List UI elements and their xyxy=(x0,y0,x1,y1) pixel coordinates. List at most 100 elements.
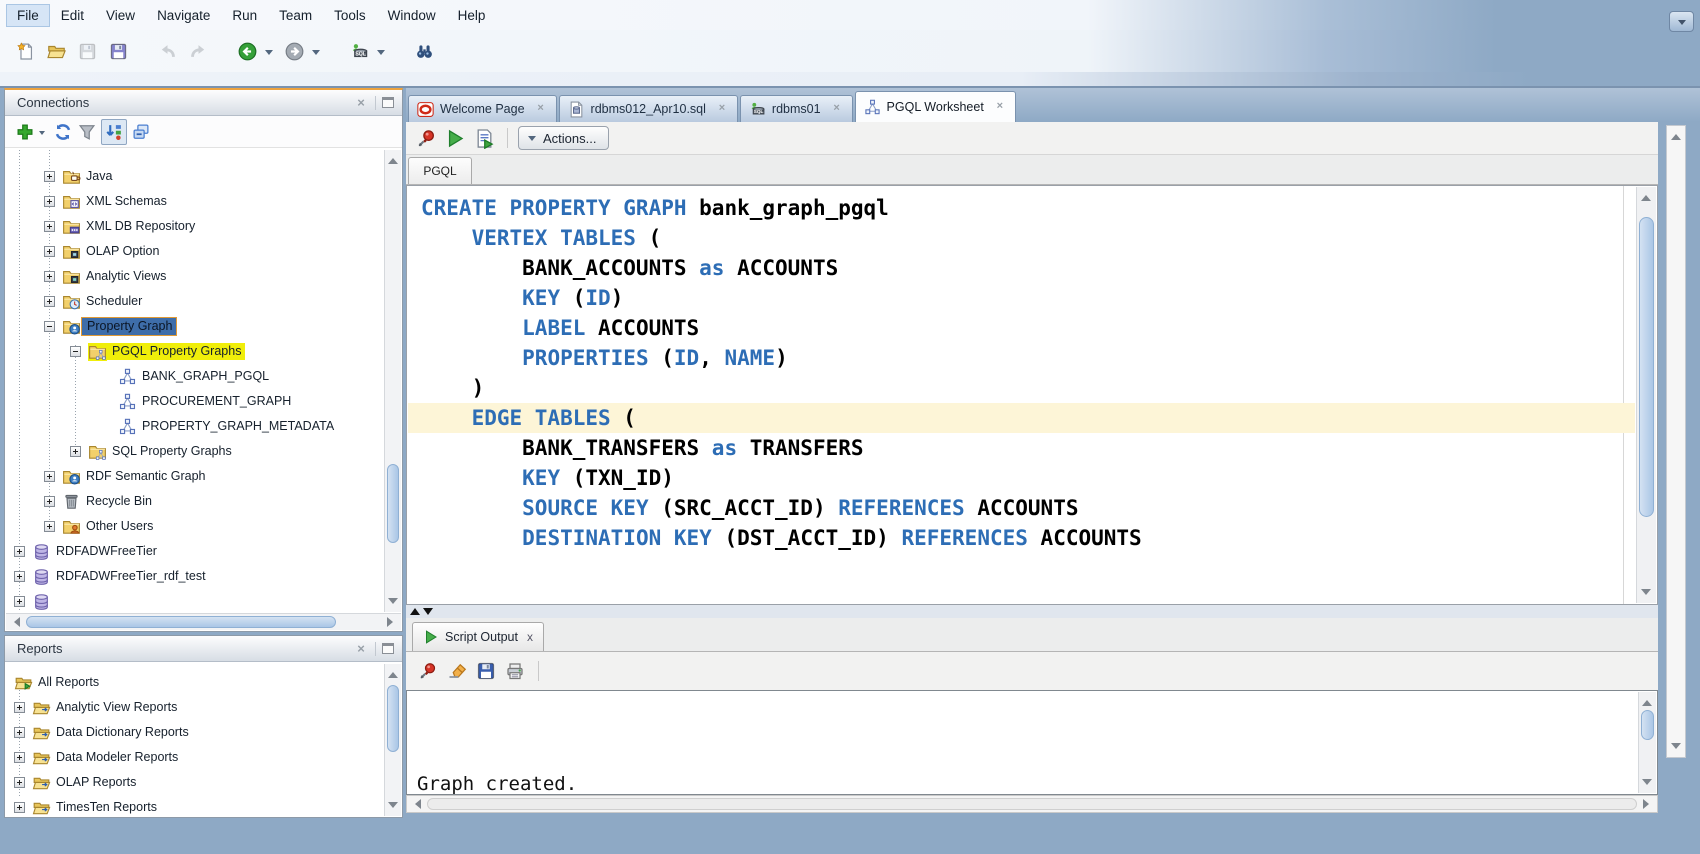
tab-script-output[interactable]: Script Output x xyxy=(412,622,544,651)
tree-item-data-modeler-reports[interactable]: Data Modeler Reports xyxy=(6,745,383,770)
pin-icon[interactable] xyxy=(418,661,438,681)
scroll-left-icon[interactable] xyxy=(410,799,421,809)
tree-item-partial[interactable] xyxy=(6,589,383,612)
reports-header[interactable]: Reports xyxy=(5,636,402,662)
tree-item-procurement-graph[interactable]: PROCUREMENT_GRAPH xyxy=(6,389,383,414)
close-tab-icon[interactable] xyxy=(714,101,730,117)
reports-vertical-scrollbar[interactable] xyxy=(384,664,401,816)
add-connection-dropdown-icon[interactable] xyxy=(39,131,45,138)
expand-icon[interactable] xyxy=(44,271,55,282)
expand-icon[interactable] xyxy=(44,171,55,182)
scroll-thumb[interactable] xyxy=(1641,710,1654,740)
tab-rdbms012-sql[interactable]: rdbms012_Apr10.sql xyxy=(558,95,738,122)
expand-icon[interactable] xyxy=(44,221,55,232)
tree-item-sql-property-graphs[interactable]: SQL Property Graphs xyxy=(6,439,383,464)
tree-item-analytic-views[interactable]: Analytic Views xyxy=(6,264,383,289)
tree-item-rdf-semantic-graph[interactable]: RDF Semantic Graph xyxy=(6,464,383,489)
expand-icon[interactable] xyxy=(14,546,25,557)
new-file-button[interactable] xyxy=(12,38,38,64)
close-tab-icon[interactable] xyxy=(829,101,845,117)
tab-pgql-worksheet[interactable]: PGQL Worksheet xyxy=(854,91,1016,122)
save-button[interactable] xyxy=(74,38,100,64)
forward-button[interactable] xyxy=(281,38,307,64)
scroll-thumb[interactable] xyxy=(1639,217,1654,517)
expand-icon[interactable] xyxy=(44,246,55,257)
scroll-down-icon[interactable] xyxy=(1642,779,1652,790)
open-file-button[interactable] xyxy=(43,38,69,64)
run-script-icon[interactable] xyxy=(474,128,495,149)
scroll-up-icon[interactable] xyxy=(1642,695,1652,706)
filter-icon[interactable] xyxy=(77,122,97,142)
actions-button[interactable]: Actions... xyxy=(518,126,610,150)
scroll-up-icon[interactable] xyxy=(1671,129,1681,140)
menu-help[interactable]: Help xyxy=(447,4,497,27)
expand-icon[interactable] xyxy=(14,702,25,713)
tree-item-rdfadwfreetier[interactable]: RDFADWFreeTier xyxy=(6,539,383,564)
tree-item-other-users[interactable]: Other Users xyxy=(6,514,383,539)
add-connection-icon[interactable] xyxy=(15,122,35,142)
splitter[interactable] xyxy=(406,605,1658,618)
scroll-down-icon[interactable] xyxy=(1671,743,1681,754)
close-icon[interactable] xyxy=(353,95,369,111)
scroll-up-icon[interactable] xyxy=(388,153,398,164)
tree-item-rdfadwfreetier-rdf-test[interactable]: RDFADWFreeTier_rdf_test xyxy=(6,564,383,589)
tab-welcome-page[interactable]: Welcome Page xyxy=(408,95,557,122)
close-tab-icon[interactable] xyxy=(533,101,549,117)
output-horizontal-scrollbar[interactable] xyxy=(406,795,1658,813)
tab-pgql[interactable]: PGQL xyxy=(408,157,472,184)
menu-navigate[interactable]: Navigate xyxy=(146,4,221,27)
scroll-up-icon[interactable] xyxy=(388,667,398,678)
close-icon[interactable] xyxy=(353,641,369,657)
menu-tools[interactable]: Tools xyxy=(323,4,377,27)
collapse-down-icon[interactable] xyxy=(423,608,433,615)
minimize-icon[interactable] xyxy=(382,643,394,654)
scroll-up-icon[interactable] xyxy=(1641,190,1651,201)
save-all-button[interactable] xyxy=(105,38,131,64)
tree-item-xml-schemas[interactable]: XML Schemas xyxy=(6,189,383,214)
scroll-right-icon[interactable] xyxy=(387,617,398,627)
save-icon[interactable] xyxy=(476,661,496,681)
expand-icon[interactable] xyxy=(44,521,55,532)
connections-vertical-scrollbar[interactable] xyxy=(384,150,401,612)
pin-icon[interactable] xyxy=(416,128,437,149)
expand-icon[interactable] xyxy=(44,196,55,207)
expand-icon[interactable] xyxy=(14,752,25,763)
connections-horizontal-scrollbar[interactable] xyxy=(6,613,401,630)
expand-icon[interactable] xyxy=(14,802,25,813)
back-button[interactable] xyxy=(234,38,260,64)
tree-item-scheduler[interactable]: Scheduler xyxy=(6,289,383,314)
refresh-icon[interactable] xyxy=(53,122,73,142)
expand-icon[interactable] xyxy=(14,596,25,607)
collapse-icon[interactable] xyxy=(44,321,55,332)
tree-item-property-graph[interactable]: Property Graph xyxy=(6,314,383,339)
scroll-down-icon[interactable] xyxy=(1641,589,1651,600)
scroll-down-icon[interactable] xyxy=(388,802,398,813)
tree-item-all-reports[interactable]: All Reports xyxy=(6,670,383,695)
editor-vertical-scrollbar[interactable] xyxy=(1636,187,1656,603)
menu-run[interactable]: Run xyxy=(221,4,268,27)
print-icon[interactable] xyxy=(505,661,525,681)
scroll-thumb[interactable] xyxy=(26,616,336,628)
tree-item-java[interactable]: Java xyxy=(6,164,383,189)
scroll-thumb[interactable] xyxy=(387,685,399,753)
tree-item-xml-db-repository[interactable]: XML DB Repository xyxy=(6,214,383,239)
expand-icon[interactable] xyxy=(44,296,55,307)
clear-eraser-icon[interactable] xyxy=(447,661,467,681)
expand-icon[interactable] xyxy=(14,571,25,582)
scroll-left-icon[interactable] xyxy=(9,617,20,627)
expand-icon[interactable] xyxy=(14,777,25,788)
output-vertical-scrollbar[interactable] xyxy=(1638,692,1656,793)
close-tab-icon[interactable]: x xyxy=(527,630,533,644)
search-icon[interactable] xyxy=(411,38,437,64)
minimize-icon[interactable] xyxy=(382,97,394,108)
tree-item-timesten-reports[interactable]: TimesTen Reports xyxy=(6,795,383,816)
expand-icon[interactable] xyxy=(44,496,55,507)
menu-file[interactable]: File xyxy=(6,3,50,27)
tree-item-bank-graph-pgql[interactable]: BANK_GRAPH_PGQL xyxy=(6,364,383,389)
tree-item-data-dictionary-reports[interactable]: Data Dictionary Reports xyxy=(6,720,383,745)
scroll-thumb[interactable] xyxy=(427,798,1637,810)
collapse-icon[interactable] xyxy=(70,346,81,357)
sort-button[interactable] xyxy=(101,118,127,145)
back-dropdown-icon[interactable] xyxy=(265,49,273,59)
scroll-down-icon[interactable] xyxy=(388,598,398,609)
